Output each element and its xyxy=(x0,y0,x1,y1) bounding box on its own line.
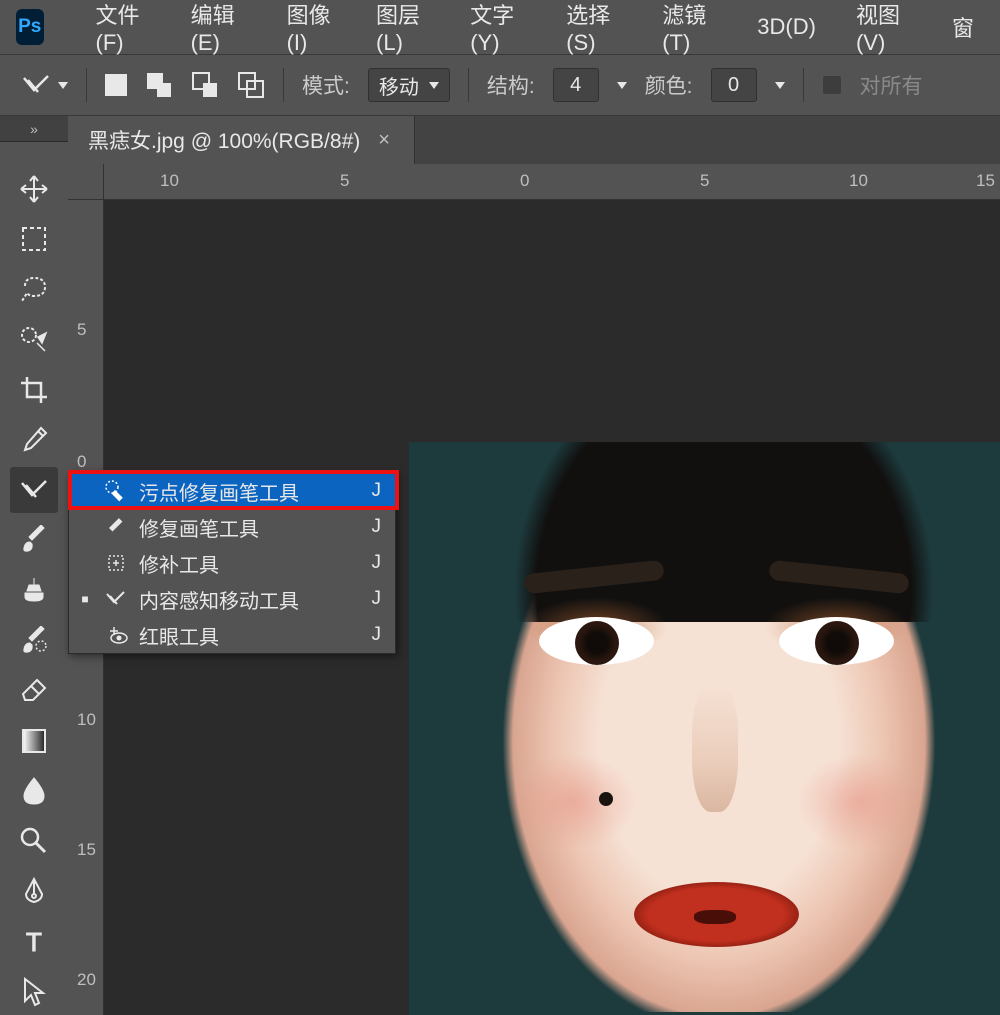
flyout-red-eye[interactable]: 红眼工具 J xyxy=(69,617,395,653)
red-eye-icon xyxy=(103,622,129,648)
toolbox: T xyxy=(0,142,68,1015)
flyout-spot-healing[interactable]: 污点修复画笔工具 J xyxy=(69,473,395,509)
menu-window[interactable]: 窗 xyxy=(938,7,988,47)
active-tool-marker: ■ xyxy=(77,592,93,606)
tab-close-icon[interactable]: × xyxy=(374,129,394,152)
color-value[interactable]: 0 xyxy=(711,68,757,102)
structure-stepper-icon[interactable] xyxy=(617,82,627,89)
eyedropper-tool[interactable] xyxy=(10,417,58,463)
mode-select[interactable]: 移动 xyxy=(368,68,450,102)
sel-intersect-icon[interactable] xyxy=(237,71,265,99)
content-aware-move-tool[interactable] xyxy=(10,467,58,513)
spot-healing-icon xyxy=(103,478,129,504)
flyout-content-aware-move[interactable]: ■ 内容感知移动工具 J xyxy=(69,581,395,617)
sample-all-checkbox[interactable] xyxy=(822,75,842,95)
menu-edit[interactable]: 编辑(E) xyxy=(177,0,261,60)
marquee-tool[interactable] xyxy=(10,216,58,262)
toolbox-expand[interactable] xyxy=(0,116,68,142)
path-select-tool[interactable] xyxy=(10,969,58,1015)
menubar: Ps 文件(F) 编辑(E) 图像(I) 图层(L) 文字(Y) 选择(S) 滤… xyxy=(0,0,1000,54)
color-stepper-icon[interactable] xyxy=(775,82,785,89)
flyout-patch[interactable]: 修补工具 J xyxy=(69,545,395,581)
menu-type[interactable]: 文字(Y) xyxy=(456,0,540,60)
crop-tool[interactable] xyxy=(10,367,58,413)
quick-select-tool[interactable] xyxy=(10,317,58,363)
svg-text:T: T xyxy=(26,928,42,956)
structure-value[interactable]: 4 xyxy=(553,68,599,102)
lasso-tool[interactable] xyxy=(10,266,58,312)
color-label: 颜色: xyxy=(645,70,693,100)
history-brush-tool[interactable] xyxy=(10,618,58,664)
move-tool[interactable] xyxy=(10,166,58,212)
structure-label: 结构: xyxy=(487,70,535,100)
eraser-tool[interactable] xyxy=(10,668,58,714)
healing-tool-flyout: 污点修复画笔工具 J 修复画笔工具 J 修补工具 J ■ 内容感知移动工具 J … xyxy=(68,472,396,654)
sel-add-icon[interactable] xyxy=(145,71,173,99)
menu-3d[interactable]: 3D(D) xyxy=(743,10,830,44)
menu-view[interactable]: 视图(V) xyxy=(842,0,926,60)
gradient-tool[interactable] xyxy=(10,718,58,764)
content-aware-move-icon xyxy=(103,586,129,612)
brush-tool[interactable] xyxy=(10,517,58,563)
menu-image[interactable]: 图像(I) xyxy=(273,0,350,60)
ruler-corner xyxy=(68,164,104,200)
ruler-horizontal[interactable]: 10 5 0 5 10 15 xyxy=(104,164,1000,200)
tabbar: 黑痣女.jpg @ 100%(RGB/8#) × xyxy=(68,116,1000,164)
healing-brush-icon xyxy=(103,514,129,540)
tab-title: 黑痣女.jpg @ 100%(RGB/8#) xyxy=(88,125,360,155)
menu-select[interactable]: 选择(S) xyxy=(552,0,636,60)
tool-preset-icon[interactable] xyxy=(20,72,68,98)
sample-all-label: 对所有 xyxy=(860,70,923,100)
dodge-tool[interactable] xyxy=(10,818,58,864)
document-tab[interactable]: 黑痣女.jpg @ 100%(RGB/8#) × xyxy=(68,116,415,164)
mode-label: 模式: xyxy=(302,70,350,100)
menu-file[interactable]: 文件(F) xyxy=(82,0,165,60)
sel-new-icon[interactable] xyxy=(105,74,127,96)
text-tool[interactable]: T xyxy=(10,919,58,965)
flyout-healing-brush[interactable]: 修复画笔工具 J xyxy=(69,509,395,545)
clone-stamp-tool[interactable] xyxy=(10,567,58,613)
menu-filter[interactable]: 滤镜(T) xyxy=(648,0,731,60)
patch-icon xyxy=(103,550,129,576)
optionsbar: 模式: 移动 结构: 4 颜色: 0 对所有 xyxy=(0,54,1000,116)
document-image xyxy=(409,442,1000,1015)
sel-subtract-icon[interactable] xyxy=(191,71,219,99)
ps-logo: Ps xyxy=(16,9,44,45)
menu-layer[interactable]: 图层(L) xyxy=(362,0,444,60)
pen-tool[interactable] xyxy=(10,868,58,914)
blur-tool[interactable] xyxy=(10,768,58,814)
